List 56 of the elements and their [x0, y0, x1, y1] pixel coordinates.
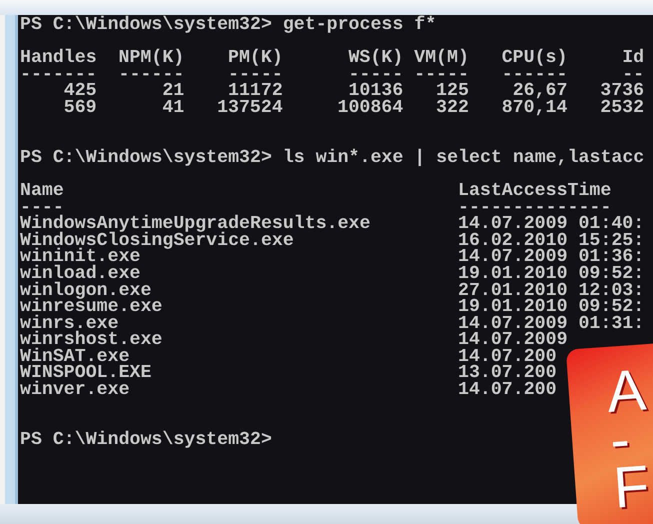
table-cell-text: winver.exe — [20, 382, 131, 399]
column-header: LastAccessTime — [458, 182, 612, 200]
table-cell-text: 14.07.2009 01:40: — [458, 216, 646, 233]
table-cell-text: 27.01.2010 12:03: — [458, 282, 646, 300]
table-cell-text: 41 — [161, 100, 184, 117]
header-underline: ----- — [413, 66, 469, 84]
table-cell-text: 870,14 — [500, 100, 568, 117]
table-cell-text: 137524 — [216, 100, 283, 117]
table-cell-text: WinSAT.exe — [20, 348, 130, 366]
table-cell-text: wininit.exe — [20, 249, 140, 266]
header-underline: ----- — [227, 66, 283, 84]
column-header: Id — [621, 50, 644, 67]
badge-text: A — [605, 366, 648, 417]
column-header: CPU(s) — [500, 50, 568, 67]
table-cell-text: 569 — [62, 100, 97, 117]
header-underline: -------------- — [458, 200, 612, 216]
table-cell-text: 14.07.2009 — [458, 332, 569, 349]
table-cell-text: 100864 — [336, 100, 404, 117]
table-cell-text: 425 — [62, 83, 97, 100]
table-cell-text: 2532 — [599, 100, 644, 117]
column-header: PM(K) — [227, 50, 283, 67]
table-cell-text: 14.07.200 — [458, 348, 558, 366]
command-line: PS C:\Windows\system32> — [20, 432, 272, 448]
column-header: Name — [20, 182, 65, 200]
column-header: VM(M) — [413, 50, 469, 67]
column-header: Handles — [20, 50, 97, 67]
table-cell-text: 26,67 — [512, 83, 568, 100]
table-cell-text: winresume.exe — [20, 299, 164, 316]
table-cell-text: 3736 — [599, 83, 644, 100]
header-underline: ------ — [118, 66, 184, 84]
table-cell-text: 19.01.2010 09:52: — [458, 266, 646, 282]
header-underline: ------- — [20, 66, 97, 84]
badge-text: F — [612, 462, 651, 513]
header-underline: ----- — [347, 66, 404, 84]
column-header: WS(K) — [347, 50, 404, 67]
table-cell-text: winload.exe — [20, 266, 140, 282]
table-cell-text: 14.07.2009 01:36: — [458, 249, 646, 266]
table-cell-text: 322 — [435, 100, 469, 117]
table-cell-text: 10136 — [348, 83, 404, 100]
table-cell-text: 19.01.2010 09:52: — [458, 299, 646, 316]
command-line: PS C:\Windows\system32> get-process f* — [20, 17, 436, 34]
header-underline: ------ — [500, 66, 568, 84]
table-cell-text: WindowsClosingService.exe — [20, 232, 294, 250]
table-cell-text: winrshost.exe — [20, 332, 164, 349]
table-cell-text: 125 — [435, 83, 469, 100]
header-underline: -- — [622, 66, 644, 84]
table-cell-text: 14.07.2009 01:31: — [458, 316, 646, 332]
table-cell-text: 16.02.2010 15:25: — [458, 232, 646, 250]
column-header: NPM(K) — [118, 50, 184, 67]
table-cell-text: 11172 — [228, 83, 283, 100]
badge-text: - — [608, 416, 632, 465]
table-cell-text: WindowsAnytimeUpgradeResults.exe — [20, 216, 372, 233]
table-cell-text: 13.07.200 — [458, 365, 558, 382]
table-cell-text: 21 — [161, 83, 184, 100]
table-cell-text: winlogon.exe — [20, 282, 152, 300]
command-line: PS C:\Windows\system32> ls win*.exe | select name,lastacc — [20, 150, 644, 166]
